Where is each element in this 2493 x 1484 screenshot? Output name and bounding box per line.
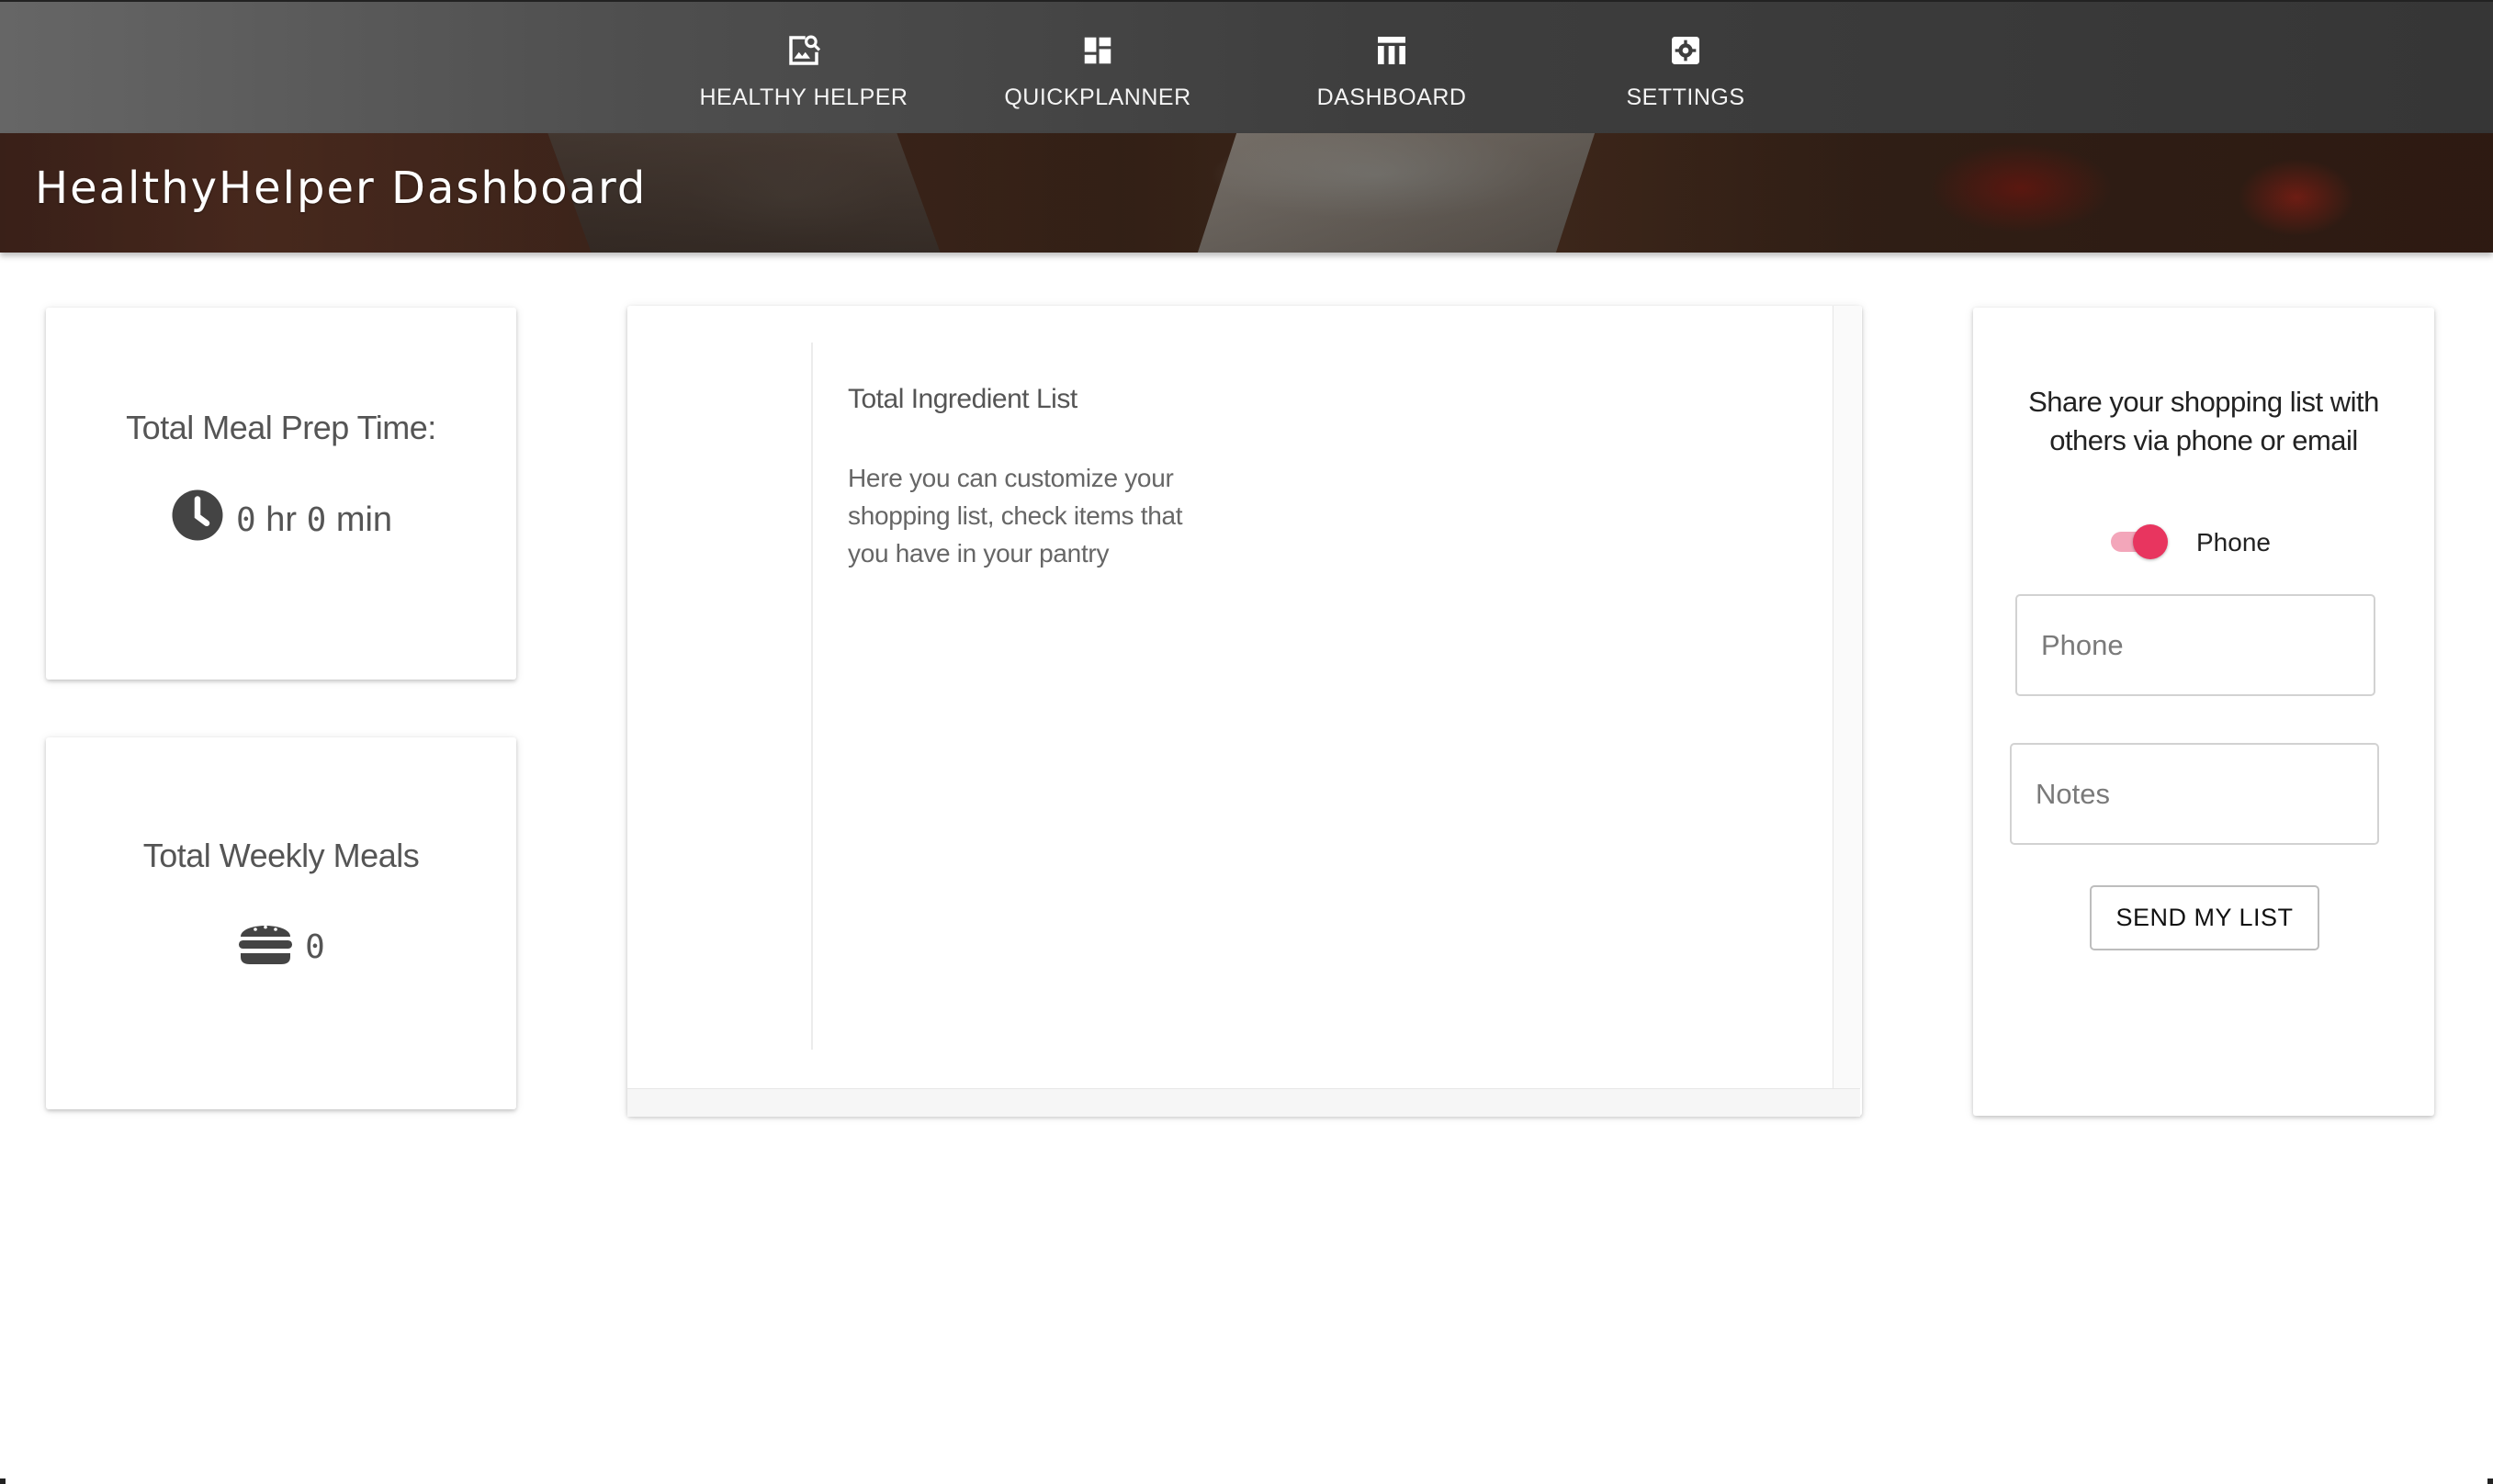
- prep-hours-unit: hr: [265, 500, 297, 539]
- weekly-meals-card: Total Weekly Meals 0: [46, 737, 516, 1109]
- nav-item-dashboard[interactable]: DASHBOARD: [1272, 2, 1511, 135]
- ingredient-list-description: Here you can customize your shopping lis…: [848, 464, 1183, 568]
- divider: [811, 343, 813, 1050]
- weekly-meals-count: 0: [305, 928, 325, 966]
- nav-item-settings[interactable]: SETTINGS: [1566, 2, 1805, 135]
- clock-icon: [170, 488, 225, 552]
- meal-prep-time-value: 0 hr 0 min: [46, 488, 516, 552]
- nav-label-settings: SETTINGS: [1626, 84, 1745, 110]
- nav-label-healthy-helper: HEALTHY HELPER: [699, 84, 908, 110]
- nav-label-dashboard: DASHBOARD: [1316, 84, 1467, 110]
- toggle-label: Phone: [2196, 528, 2271, 556]
- send-my-list-button[interactable]: SEND MY LIST: [2090, 885, 2319, 950]
- phone-email-toggle[interactable]: [2109, 521, 2175, 561]
- weekly-meals-value: 0: [46, 916, 516, 977]
- prep-hours: 0: [235, 500, 256, 539]
- meal-prep-time-card: Total Meal Prep Time: 0 hr 0 min: [46, 308, 516, 680]
- image-search-icon: [784, 31, 823, 70]
- ingredient-list-title: Total Ingredient List: [848, 384, 1077, 414]
- hamburger-icon: [237, 916, 294, 977]
- table-chart-icon: [1372, 31, 1411, 70]
- notes-input[interactable]: [2010, 743, 2379, 845]
- share-instructions: Share your shopping list with others via…: [2028, 386, 2379, 456]
- header-banner: HealthyHelper Dashboard: [0, 133, 2493, 253]
- vertical-scrollbar[interactable]: [1833, 306, 1861, 1088]
- nav-item-healthy-helper[interactable]: HEALTHY HELPER: [684, 2, 923, 135]
- weekly-meals-title: Total Weekly Meals: [142, 837, 420, 874]
- meal-prep-time-title: Total Meal Prep Time:: [126, 409, 436, 446]
- top-navigation-bar: HEALTHY HELPER QUICKPLANNER DASHBOARD SE…: [0, 0, 2493, 133]
- ingredient-list-card: Total Ingredient List Here you can custo…: [627, 306, 1862, 1117]
- gear-icon: [1666, 31, 1705, 70]
- nav-item-quickplanner[interactable]: QUICKPLANNER: [978, 2, 1217, 135]
- nav-label-quickplanner: QUICKPLANNER: [1004, 84, 1191, 110]
- prep-minutes-unit: min: [335, 500, 393, 539]
- prep-minutes: 0: [306, 500, 327, 539]
- phone-input[interactable]: [2015, 594, 2375, 696]
- page-title: HealthyHelper Dashboard: [35, 163, 648, 214]
- dashboard-grid-icon: [1078, 31, 1117, 70]
- horizontal-scrollbar[interactable]: [627, 1088, 1860, 1117]
- share-list-card: Share your shopping list with others via…: [1973, 308, 2434, 1116]
